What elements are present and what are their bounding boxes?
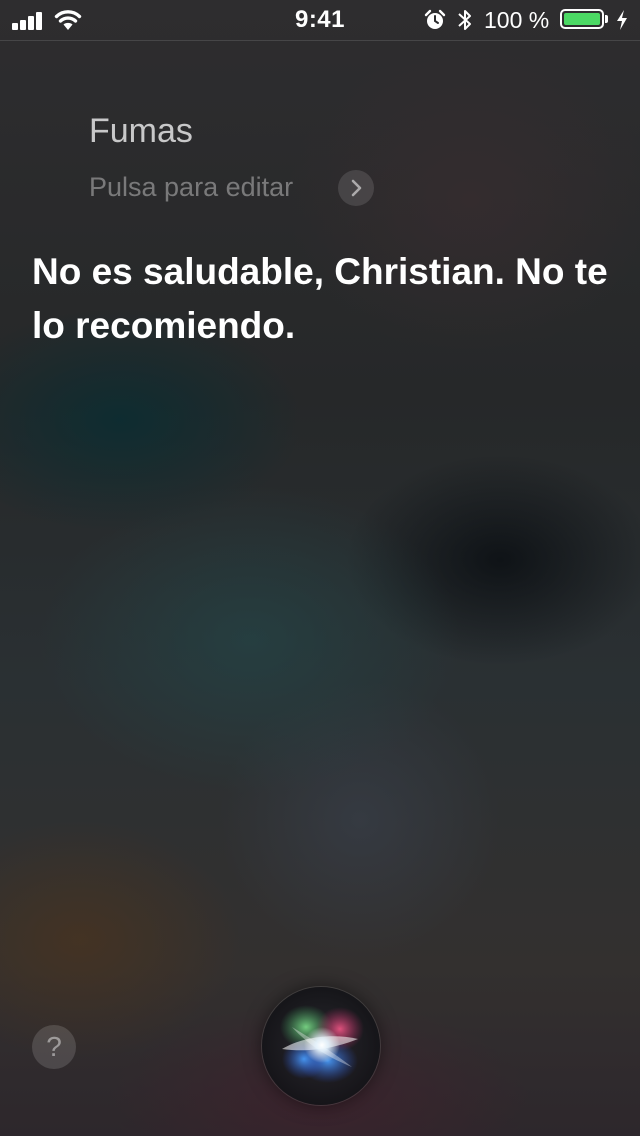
siri-orb-icon — [280, 1005, 364, 1083]
bluetooth-icon — [458, 10, 471, 30]
siri-query-text[interactable]: Fumas — [89, 112, 193, 151]
status-bar-divider — [0, 40, 640, 41]
help-button[interactable]: ? — [32, 1025, 76, 1069]
charging-bolt-icon — [617, 10, 627, 30]
alarm-icon — [424, 9, 446, 29]
siri-button[interactable] — [262, 987, 380, 1105]
siri-response-text: No es saludable, Christian. No te lo rec… — [32, 251, 608, 346]
question-mark-icon: ? — [46, 1031, 62, 1062]
tap-to-edit-label[interactable]: Pulsa para editar — [89, 172, 293, 203]
chevron-right-icon[interactable] — [338, 170, 374, 206]
battery-percent: 100 % — [484, 7, 550, 33]
siri-blurred-background — [0, 0, 640, 1136]
status-bar: 9:41 100 % — [0, 0, 640, 40]
battery-icon — [560, 9, 604, 29]
